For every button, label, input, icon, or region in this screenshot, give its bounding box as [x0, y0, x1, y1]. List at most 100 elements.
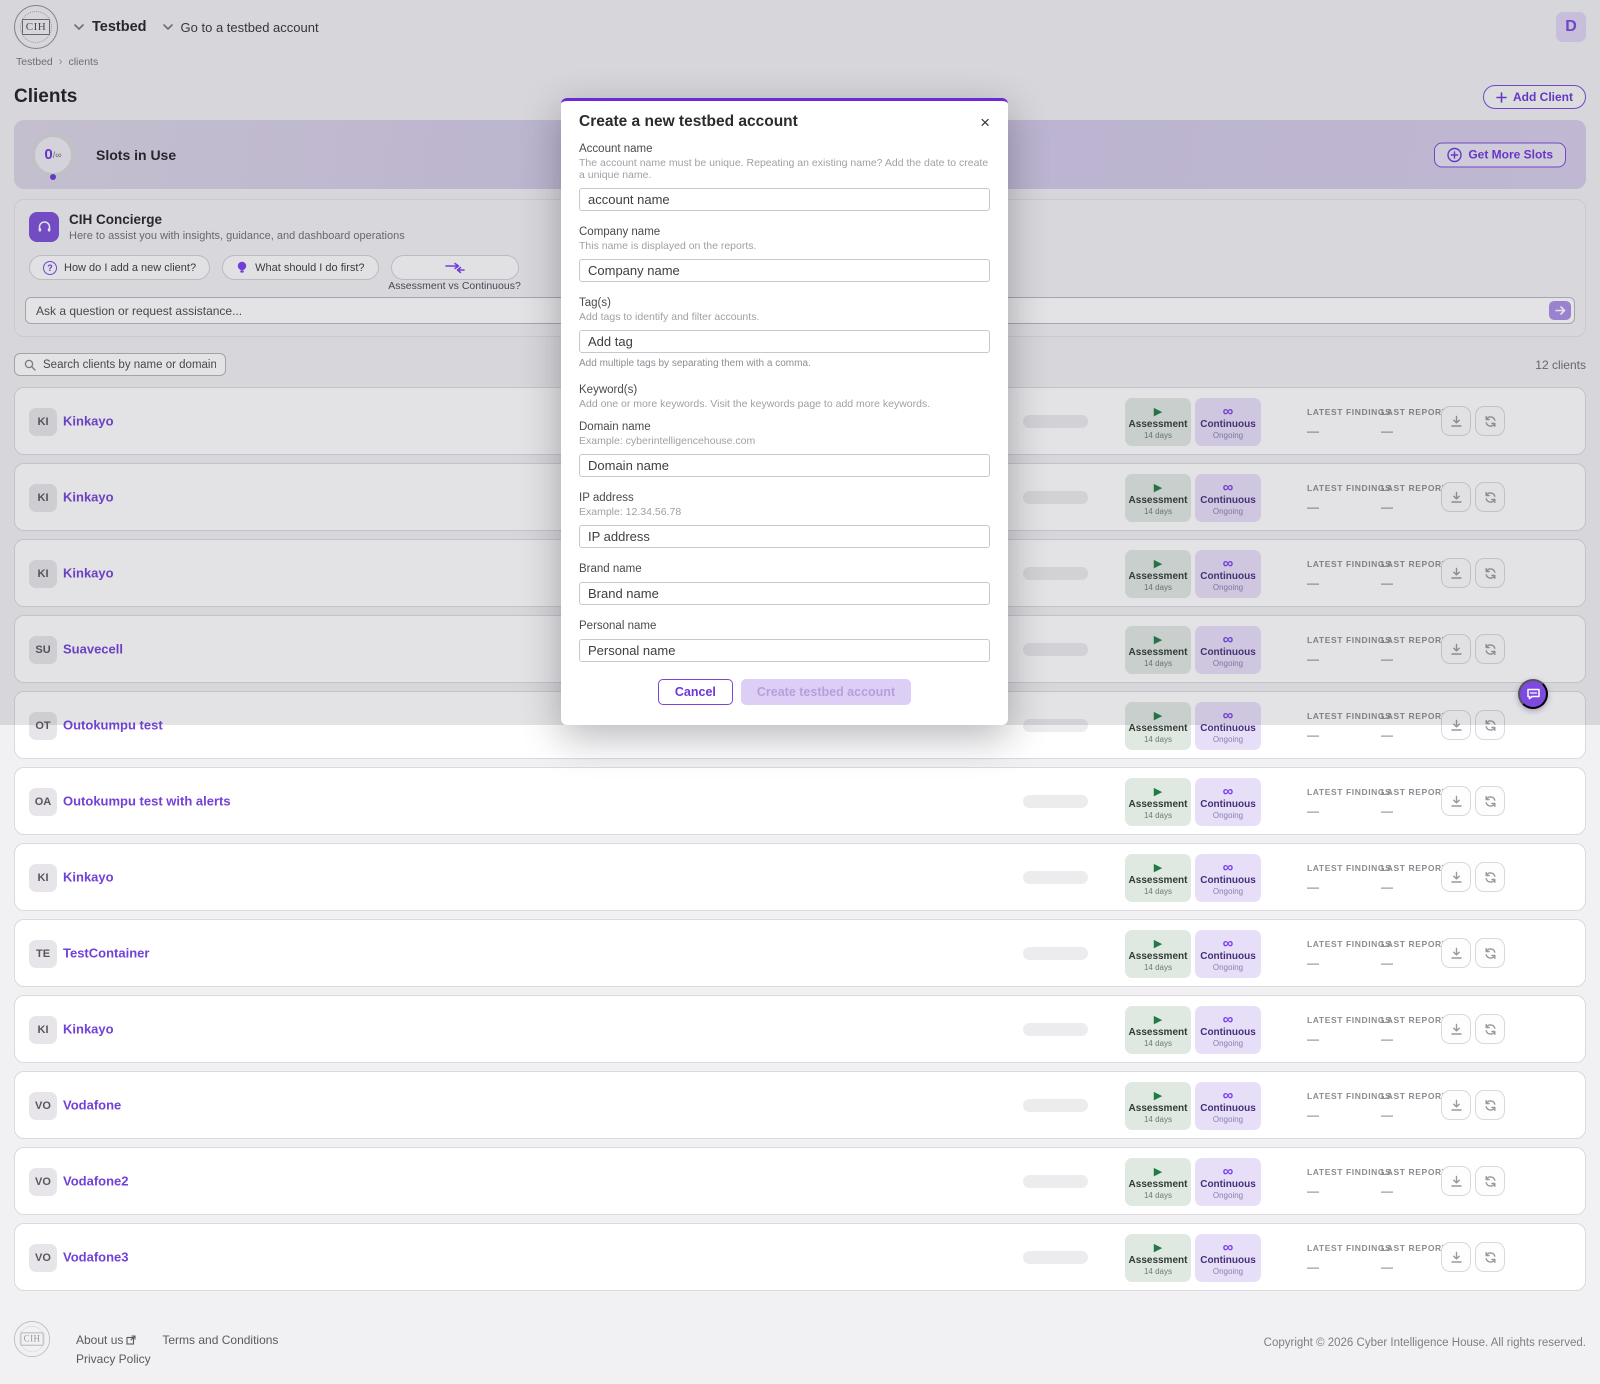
chip-assessment-vs-continuous[interactable]: Assessment vs Continuous?	[391, 255, 519, 280]
refresh-button[interactable]	[1475, 1166, 1505, 1196]
assessment-duration: 14 days	[1144, 811, 1172, 820]
download-report-button[interactable]	[1441, 786, 1471, 816]
download-report-button[interactable]	[1441, 710, 1471, 740]
chip-how-add-client[interactable]: ? How do I add a new client?	[29, 255, 210, 280]
chevron-down-icon[interactable]	[72, 20, 86, 34]
client-avatar: VO	[29, 1244, 57, 1272]
assessment-label: Assessment	[1129, 875, 1188, 886]
create-testbed-account-button[interactable]: Create testbed account	[741, 679, 911, 705]
refresh-button[interactable]	[1475, 482, 1505, 512]
ip-address-input[interactable]	[579, 525, 990, 548]
continuous-badge[interactable]: ∞ Continuous Ongoing	[1195, 1158, 1261, 1206]
refresh-button[interactable]	[1475, 558, 1505, 588]
client-name-link[interactable]: Suavecell	[63, 642, 123, 657]
refresh-button[interactable]	[1475, 710, 1505, 740]
tag-s-input[interactable]	[579, 330, 990, 353]
breadcrumb-item-testbed[interactable]: Testbed	[16, 56, 53, 68]
add-client-button[interactable]: Add Client	[1483, 85, 1586, 109]
assessment-badge[interactable]: ▶ Assessment 14 days	[1125, 854, 1191, 902]
continuous-badge[interactable]: ∞ Continuous Ongoing	[1195, 854, 1261, 902]
refresh-button[interactable]	[1475, 406, 1505, 436]
latest-findings-value: —	[1307, 1260, 1391, 1274]
continuous-badge[interactable]: ∞ Continuous Ongoing	[1195, 778, 1261, 826]
client-search[interactable]	[14, 353, 226, 376]
client-name-link[interactable]: Outokumpu test with alerts	[63, 794, 231, 809]
client-name-link[interactable]: Kinkayo	[63, 414, 114, 429]
breadcrumb-item-clients[interactable]: clients	[68, 56, 98, 68]
client-name-link[interactable]: Kinkayo	[63, 566, 114, 581]
client-name-link[interactable]: Vodafone	[63, 1098, 121, 1113]
refresh-button[interactable]	[1475, 1242, 1505, 1272]
download-icon	[1450, 491, 1463, 504]
download-report-button[interactable]	[1441, 558, 1471, 588]
assessment-badge[interactable]: ▶ Assessment 14 days	[1125, 474, 1191, 522]
brand-name-input[interactable]	[579, 582, 990, 605]
client-name-link[interactable]: Kinkayo	[63, 1022, 114, 1037]
continuous-badge[interactable]: ∞ Continuous Ongoing	[1195, 550, 1261, 598]
continuous-badge[interactable]: ∞ Continuous Ongoing	[1195, 702, 1261, 750]
refresh-button[interactable]	[1475, 938, 1505, 968]
terms-link[interactable]: Terms and Conditions	[162, 1333, 278, 1347]
client-name-link[interactable]: Kinkayo	[63, 870, 114, 885]
continuous-badge[interactable]: ∞ Continuous Ongoing	[1195, 930, 1261, 978]
company-name-input[interactable]	[579, 259, 990, 282]
chip-what-first[interactable]: What should I do first?	[222, 255, 378, 280]
download-report-button[interactable]	[1441, 938, 1471, 968]
continuous-badge[interactable]: ∞ Continuous Ongoing	[1195, 1006, 1261, 1054]
assessment-badge[interactable]: ▶ Assessment 14 days	[1125, 550, 1191, 598]
get-more-slots-button[interactable]: Get More Slots	[1434, 142, 1566, 167]
send-button[interactable]	[1549, 301, 1571, 320]
field-label: Domain name	[579, 421, 990, 433]
client-name-link[interactable]: TestContainer	[63, 946, 149, 961]
cancel-button[interactable]: Cancel	[658, 679, 733, 705]
privacy-link[interactable]: Privacy Policy	[76, 1352, 151, 1366]
refresh-button[interactable]	[1475, 634, 1505, 664]
download-report-button[interactable]	[1441, 1166, 1471, 1196]
continuous-badge[interactable]: ∞ Continuous Ongoing	[1195, 398, 1261, 446]
download-report-button[interactable]	[1441, 634, 1471, 664]
workspace-name[interactable]: Testbed	[92, 19, 147, 35]
client-avatar: KI	[29, 408, 57, 436]
search-input[interactable]	[43, 359, 216, 371]
continuous-status: Ongoing	[1213, 811, 1243, 820]
refresh-button[interactable]	[1475, 1014, 1505, 1044]
personal-name-input[interactable]	[579, 639, 990, 662]
assessment-badge[interactable]: ▶ Assessment 14 days	[1125, 778, 1191, 826]
assessment-badge[interactable]: ▶ Assessment 14 days	[1125, 626, 1191, 674]
download-report-button[interactable]	[1441, 862, 1471, 892]
assessment-badge[interactable]: ▶ Assessment 14 days	[1125, 1082, 1191, 1130]
close-icon[interactable]: ×	[980, 114, 990, 131]
assessment-badge[interactable]: ▶ Assessment 14 days	[1125, 1234, 1191, 1282]
assessment-duration: 14 days	[1144, 431, 1172, 440]
download-report-button[interactable]	[1441, 1090, 1471, 1120]
assessment-badge[interactable]: ▶ Assessment 14 days	[1125, 1158, 1191, 1206]
domain-name-input[interactable]	[579, 454, 990, 477]
download-report-button[interactable]	[1441, 406, 1471, 436]
client-name-link[interactable]: Outokumpu test	[63, 718, 163, 733]
chat-fab-button[interactable]	[1518, 679, 1548, 709]
last-report-label: LAST REPORT	[1381, 939, 1448, 949]
assessment-badge[interactable]: ▶ Assessment 14 days	[1125, 930, 1191, 978]
refresh-button[interactable]	[1475, 862, 1505, 892]
refresh-button[interactable]	[1475, 1090, 1505, 1120]
client-row: KI Kinkayo ▶ Assessment 14 days ∞ Contin…	[14, 843, 1586, 911]
download-report-button[interactable]	[1441, 482, 1471, 512]
assessment-badge[interactable]: ▶ Assessment 14 days	[1125, 702, 1191, 750]
chevron-down-icon[interactable]	[161, 20, 175, 34]
client-name-link[interactable]: Kinkayo	[63, 490, 114, 505]
continuous-badge[interactable]: ∞ Continuous Ongoing	[1195, 1082, 1261, 1130]
about-us-link[interactable]: About us	[76, 1333, 136, 1347]
go-to-testbed-account-link[interactable]: Go to a testbed account	[181, 20, 319, 35]
continuous-badge[interactable]: ∞ Continuous Ongoing	[1195, 626, 1261, 674]
client-name-link[interactable]: Vodafone2	[63, 1174, 129, 1189]
assessment-badge[interactable]: ▶ Assessment 14 days	[1125, 398, 1191, 446]
continuous-badge[interactable]: ∞ Continuous Ongoing	[1195, 1234, 1261, 1282]
download-report-button[interactable]	[1441, 1242, 1471, 1272]
continuous-badge[interactable]: ∞ Continuous Ongoing	[1195, 474, 1261, 522]
client-name-link[interactable]: Vodafone3	[63, 1250, 129, 1265]
user-avatar[interactable]: D	[1556, 12, 1586, 42]
refresh-button[interactable]	[1475, 786, 1505, 816]
download-report-button[interactable]	[1441, 1014, 1471, 1044]
assessment-badge[interactable]: ▶ Assessment 14 days	[1125, 1006, 1191, 1054]
account-name-input[interactable]	[579, 188, 990, 211]
